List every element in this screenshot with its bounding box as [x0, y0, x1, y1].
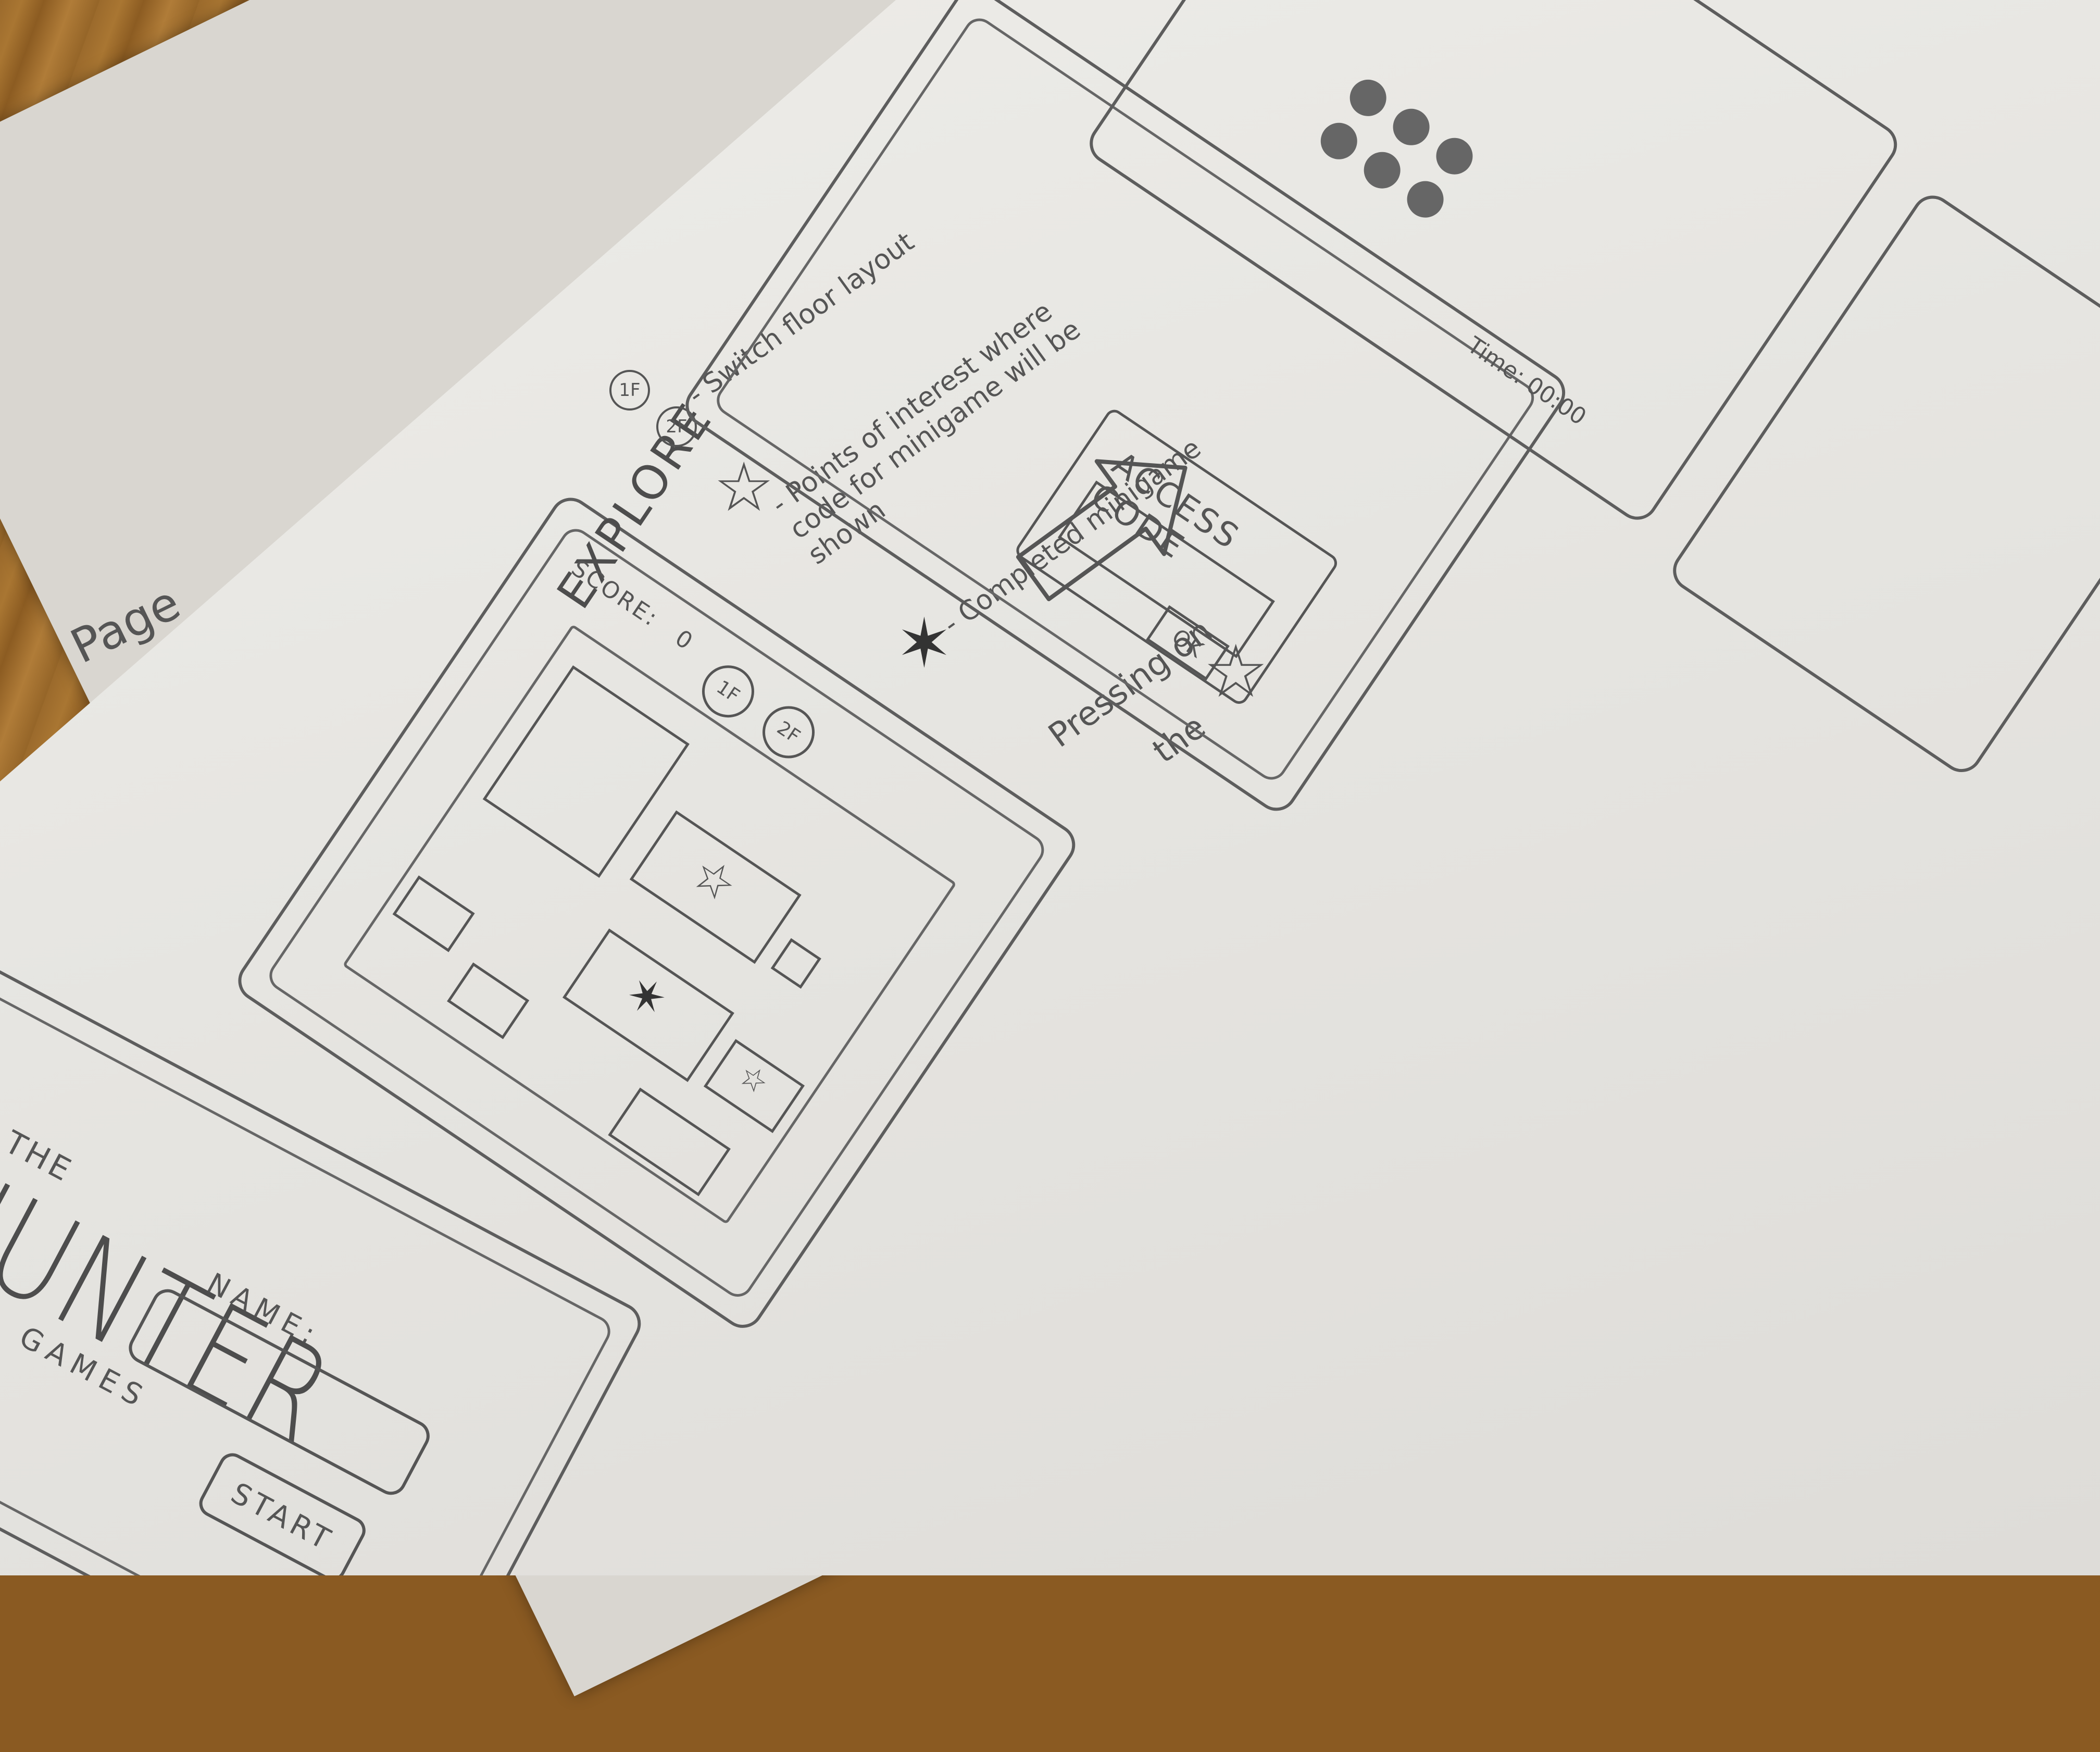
star-icon[interactable]: ☆: [732, 1057, 776, 1102]
floor-map: ☆ ✶ ☆: [342, 624, 957, 1225]
map-room: [770, 938, 821, 989]
legend-1f-icon: 1F: [609, 370, 650, 411]
map-room-poi[interactable]: ☆: [703, 1039, 805, 1133]
puzzle-piece-icon[interactable]: [1357, 145, 1408, 196]
puzzle-piece-icon[interactable]: [1343, 72, 1394, 123]
map-room: [447, 962, 530, 1039]
puzzle-piece-icon[interactable]: [1399, 174, 1451, 225]
map-room-completed[interactable]: ✶: [562, 928, 734, 1083]
scribbled-star-icon[interactable]: ✶: [615, 963, 678, 1030]
timer-label: Time: 00:00: [1462, 331, 1591, 431]
map-room-poi[interactable]: ☆: [629, 810, 802, 964]
puzzle-piece-icon[interactable]: [1314, 116, 1365, 167]
puzzle-piece-icon[interactable]: [1386, 102, 1437, 153]
puzzle-piece-icon[interactable]: [1429, 131, 1480, 182]
map-room: [392, 875, 475, 952]
star-icon[interactable]: ☆: [682, 846, 747, 914]
